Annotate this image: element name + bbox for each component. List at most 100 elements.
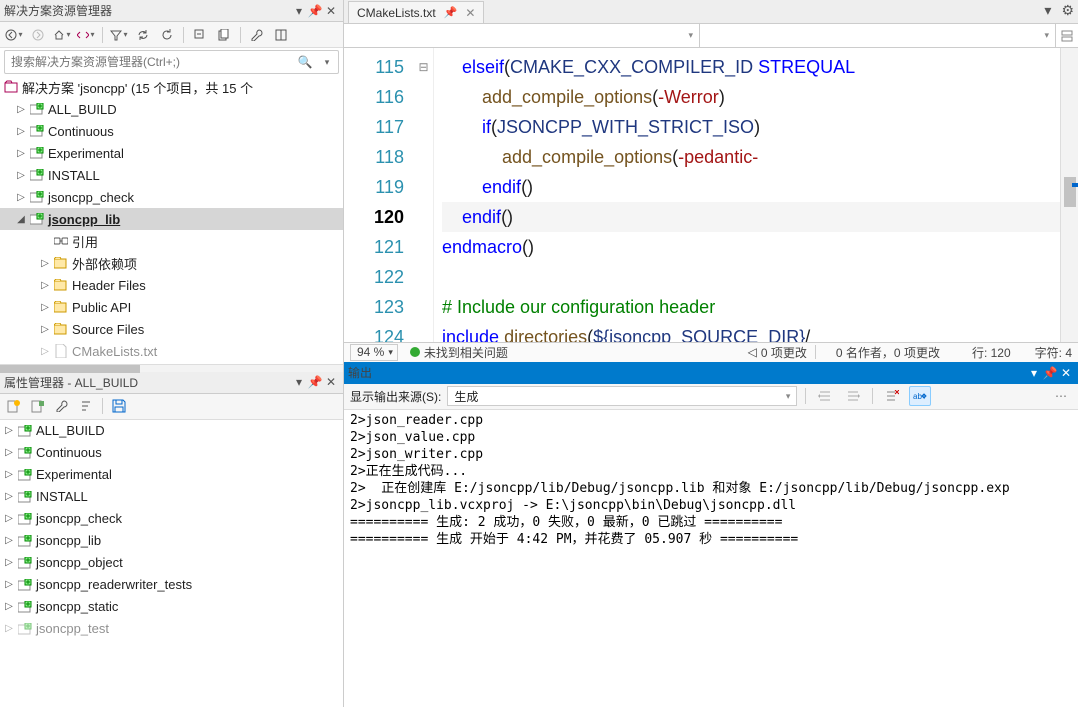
property-item[interactable]: ▷ Continuous: [0, 442, 343, 464]
goto-prev-button[interactable]: [842, 386, 864, 406]
property-item[interactable]: ▷ jsoncpp_lib: [0, 530, 343, 552]
expand-icon[interactable]: ▷: [14, 126, 28, 137]
solution-search-box[interactable]: 🔍 ▾: [4, 50, 339, 74]
property-item[interactable]: ▷ jsoncpp_readerwriter_tests: [0, 574, 343, 596]
collapse-icon[interactable]: ◢: [14, 214, 28, 225]
pin-icon[interactable]: 📌: [307, 374, 323, 390]
close-icon[interactable]: ✕: [323, 3, 339, 19]
property-item[interactable]: ▷ jsoncpp_test: [0, 618, 343, 640]
back-button[interactable]: [4, 25, 24, 45]
tree-item[interactable]: ▷ 外部依赖项: [0, 252, 343, 274]
home-button[interactable]: [52, 25, 72, 45]
filter-button[interactable]: [109, 25, 129, 45]
expand-icon[interactable]: ▷: [38, 258, 52, 269]
property-item[interactable]: ▷ jsoncpp_object: [0, 552, 343, 574]
tree-item[interactable]: 引用: [0, 230, 343, 252]
dropdown-icon[interactable]: ▾: [291, 374, 307, 390]
line-indicator[interactable]: 行: 120: [966, 344, 1017, 361]
expand-icon[interactable]: ▷: [2, 425, 16, 436]
expand-icon[interactable]: ▷: [14, 170, 28, 181]
zoom-control[interactable]: 94 %▾: [344, 344, 404, 361]
expand-icon[interactable]: ▷: [2, 623, 16, 634]
solution-search-input[interactable]: [5, 55, 294, 69]
code-editor[interactable]: 115116117118119120121122123124 ⊟ elseif(…: [344, 48, 1078, 342]
tree-project[interactable]: ▷ Experimental: [0, 142, 343, 164]
dropdown-icon[interactable]: ▾: [291, 3, 307, 19]
find-button[interactable]: [814, 386, 836, 406]
solution-tree[interactable]: 解决方案 'jsoncpp' (15 个项目，共 15 个 ▷ ALL_BUIL…: [0, 76, 343, 364]
close-icon[interactable]: ✕: [323, 374, 339, 390]
properties-button[interactable]: [247, 25, 267, 45]
editor-tab[interactable]: CMakeLists.txt 📌 ✕: [348, 1, 484, 23]
tree-project[interactable]: ▷ jsoncpp_check: [0, 186, 343, 208]
sync-button[interactable]: [133, 25, 153, 45]
fold-gutter[interactable]: ⊟: [414, 48, 434, 342]
add-existing-button[interactable]: [28, 396, 48, 416]
pin-icon[interactable]: 📌: [307, 3, 323, 19]
expand-icon[interactable]: ▷: [38, 346, 52, 357]
expand-icon[interactable]: ▷: [2, 535, 16, 546]
close-icon[interactable]: ✕: [1058, 365, 1074, 381]
property-item[interactable]: ▷ jsoncpp_static: [0, 596, 343, 618]
code-area[interactable]: elseif(CMAKE_CXX_COMPILER_ID STREQUAL ad…: [434, 48, 1060, 342]
vertical-scrollbar[interactable]: [1060, 48, 1078, 342]
expand-icon[interactable]: ▷: [2, 557, 16, 568]
forward-button[interactable]: [28, 25, 48, 45]
expand-icon[interactable]: ▷: [38, 280, 52, 291]
expand-icon[interactable]: ▷: [2, 447, 16, 458]
nav-member-dropdown[interactable]: ▾: [700, 24, 1056, 47]
tree-item[interactable]: ▷ Source Files: [0, 318, 343, 340]
save-button[interactable]: [109, 396, 129, 416]
expand-icon[interactable]: ▷: [38, 324, 52, 335]
wrap-button[interactable]: ab: [909, 386, 931, 406]
add-prop-sheet-button[interactable]: [4, 396, 24, 416]
tab-overflow-icon[interactable]: ▾: [1044, 2, 1051, 19]
authors-info[interactable]: 0 名作者，0 项更改: [830, 344, 946, 361]
char-indicator[interactable]: 字符: 4: [1029, 344, 1078, 361]
tree-project[interactable]: ▷ Continuous: [0, 120, 343, 142]
expand-icon[interactable]: ▷: [2, 579, 16, 590]
property-item[interactable]: ▷ INSTALL: [0, 486, 343, 508]
switch-views-button[interactable]: [76, 25, 96, 45]
expand-icon[interactable]: ▷: [14, 104, 28, 115]
expand-icon[interactable]: ▷: [38, 302, 52, 313]
tab-close-icon[interactable]: ✕: [465, 6, 475, 20]
expand-icon[interactable]: ▷: [2, 469, 16, 480]
property-item[interactable]: ▷ jsoncpp_check: [0, 508, 343, 530]
pin-icon[interactable]: 📌: [1042, 365, 1058, 381]
collapse-all-button[interactable]: [190, 25, 210, 45]
expand-icon[interactable]: ▷: [2, 601, 16, 612]
preview-button[interactable]: [271, 25, 291, 45]
expand-icon[interactable]: ▷: [2, 513, 16, 524]
property-manager-list[interactable]: ▷ ALL_BUILD ▷ Continuous ▷ Experimental …: [0, 420, 343, 707]
tree-project-selected[interactable]: ◢ jsoncpp_lib: [0, 208, 343, 230]
sort-button[interactable]: [76, 396, 96, 416]
tree-horizontal-scrollbar[interactable]: [0, 364, 343, 372]
search-icon[interactable]: 🔍: [294, 55, 316, 69]
tree-project[interactable]: ▷ INSTALL: [0, 164, 343, 186]
property-item[interactable]: ▷ Experimental: [0, 464, 343, 486]
search-dropdown-icon[interactable]: ▾: [316, 57, 338, 68]
expand-icon[interactable]: ▷: [14, 192, 28, 203]
property-item[interactable]: ▷ ALL_BUILD: [0, 420, 343, 442]
expand-icon[interactable]: ▷: [2, 491, 16, 502]
output-source-combo[interactable]: 生成▾: [447, 386, 797, 406]
output-log[interactable]: 2>json_reader.cpp 2>json_value.cpp 2>jso…: [344, 410, 1078, 707]
props-wrench-button[interactable]: [52, 396, 72, 416]
split-icon[interactable]: [1056, 24, 1078, 47]
tree-item[interactable]: ▷ Public API: [0, 296, 343, 318]
nav-scope-dropdown[interactable]: ▾: [344, 24, 700, 47]
output-settings-icon[interactable]: ⋯: [1050, 386, 1072, 406]
solution-root[interactable]: 解决方案 'jsoncpp' (15 个项目，共 15 个: [0, 76, 343, 98]
tree-item[interactable]: ▷ CMakeLists.txt: [0, 340, 343, 362]
show-all-files-button[interactable]: [214, 25, 234, 45]
expand-icon[interactable]: ▷: [14, 148, 28, 159]
clear-button[interactable]: [881, 386, 903, 406]
pin-icon[interactable]: 📌: [444, 6, 458, 19]
refresh-button[interactable]: [157, 25, 177, 45]
dropdown-icon[interactable]: ▾: [1026, 365, 1042, 381]
issues-indicator[interactable]: 未找到相关问题: [404, 344, 514, 361]
tree-project[interactable]: ▷ ALL_BUILD: [0, 98, 343, 120]
changes-left[interactable]: ◁ 0 项更改: [742, 344, 813, 361]
tree-item[interactable]: ▷ Header Files: [0, 274, 343, 296]
